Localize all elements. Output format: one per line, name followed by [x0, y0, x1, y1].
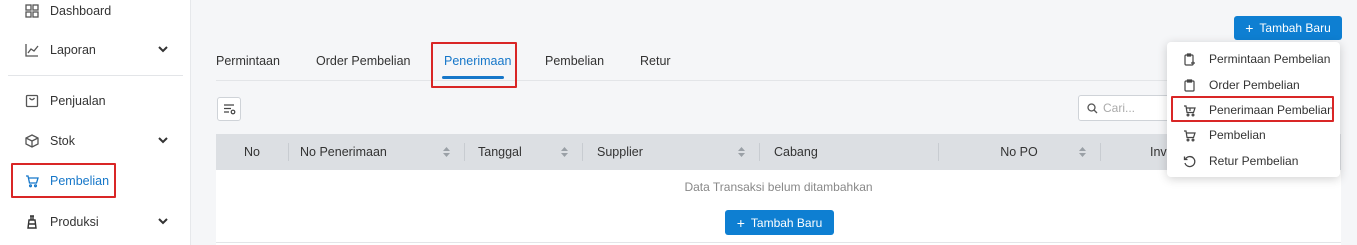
sidebar-item-produksi[interactable]: Produksi — [0, 204, 191, 240]
cart-icon — [1181, 127, 1197, 143]
tab-permintaan[interactable]: Permintaan — [216, 54, 280, 68]
chart-line-icon — [24, 42, 40, 58]
search-input[interactable] — [1103, 101, 1173, 115]
table-bottom-border — [216, 242, 1341, 243]
bag-icon — [24, 93, 40, 109]
cart-icon — [24, 173, 40, 189]
menu-item-retur-pembelian[interactable]: Retur Pembelian — [1167, 149, 1340, 173]
add-new-row-button[interactable]: + Tambah Baru — [725, 210, 834, 235]
sort-icon — [1079, 147, 1086, 157]
chevron-down-icon[interactable] — [157, 134, 169, 146]
search-box[interactable] — [1078, 95, 1178, 121]
sidebar: Dashboard Laporan Penjualan Stok Pembeli… — [0, 0, 191, 245]
sidebar-item-label: Laporan — [50, 43, 96, 57]
tab-bar: Permintaan Order Pembelian Penerimaan Pe… — [216, 40, 1333, 81]
table-body: Data Transaksi belum ditambahkan + Tamba… — [216, 170, 1341, 245]
add-new-button[interactable]: + Tambah Baru — [1234, 16, 1342, 40]
sidebar-item-penjualan[interactable]: Penjualan — [0, 83, 191, 119]
sort-icon — [738, 147, 745, 157]
sidebar-item-dashboard[interactable]: Dashboard — [0, 0, 191, 29]
sidebar-item-label: Penjualan — [50, 94, 106, 108]
filter-settings-icon — [223, 104, 235, 115]
column-header-supplier[interactable]: Supplier — [582, 134, 759, 170]
box-icon — [24, 133, 40, 149]
menu-item-permintaan-pembelian[interactable]: Permintaan Pembelian — [1167, 47, 1340, 71]
search-icon — [1087, 102, 1098, 113]
sidebar-item-laporan[interactable]: Laporan — [0, 32, 191, 68]
menu-item-pembelian[interactable]: Pembelian — [1167, 123, 1340, 147]
column-header-cabang[interactable]: Cabang — [759, 134, 938, 170]
plus-icon: + — [736, 214, 745, 231]
undo-icon — [1181, 153, 1197, 169]
plus-icon: + — [1245, 20, 1254, 36]
tab-penerimaan[interactable]: Penerimaan — [444, 54, 511, 68]
sidebar-item-label: Dashboard — [50, 4, 112, 18]
tab-order-pembelian[interactable]: Order Pembelian — [316, 54, 411, 68]
column-settings-button[interactable] — [217, 97, 241, 121]
sidebar-item-pembelian[interactable]: Pembelian — [0, 163, 191, 199]
column-divider — [1100, 143, 1101, 161]
column-header-no-po[interactable]: No PO — [938, 134, 1100, 170]
column-header-no-penerimaan[interactable]: No Penerimaan — [288, 134, 464, 170]
factory-icon — [24, 214, 40, 230]
sort-icon — [561, 147, 568, 157]
sidebar-item-label: Produksi — [50, 215, 99, 229]
add-new-label: Tambah Baru — [1259, 21, 1331, 35]
sidebar-item-label: Pembelian — [50, 174, 110, 188]
sidebar-item-label: Stok — [50, 134, 76, 148]
tab-retur[interactable]: Retur — [640, 54, 671, 68]
tab-pembelian[interactable]: Pembelian — [545, 54, 604, 68]
sort-icon — [443, 147, 450, 157]
column-header-tanggal[interactable]: Tanggal — [464, 134, 582, 170]
chevron-down-icon[interactable] — [157, 215, 169, 227]
cart-receive-icon — [1181, 102, 1197, 118]
sidebar-divider — [8, 75, 183, 76]
column-header-no[interactable]: No — [216, 134, 288, 170]
menu-item-order-pembelian[interactable]: Order Pembelian — [1167, 73, 1340, 97]
empty-state-message: Data Transaksi belum ditambahkan — [684, 180, 873, 194]
grid-icon — [24, 3, 40, 19]
clipboard-icon — [1181, 77, 1197, 93]
chevron-down-icon[interactable] — [157, 43, 169, 55]
clipboard-plus-icon — [1181, 51, 1197, 67]
add-new-label: Tambah Baru — [750, 215, 823, 230]
active-tab-indicator — [442, 76, 504, 79]
menu-item-penerimaan-pembelian[interactable]: Penerimaan Pembelian — [1167, 98, 1340, 122]
add-new-dropdown-menu: Permintaan Pembelian Order Pembelian Pen… — [1167, 42, 1340, 177]
sidebar-item-stok[interactable]: Stok — [0, 123, 191, 159]
